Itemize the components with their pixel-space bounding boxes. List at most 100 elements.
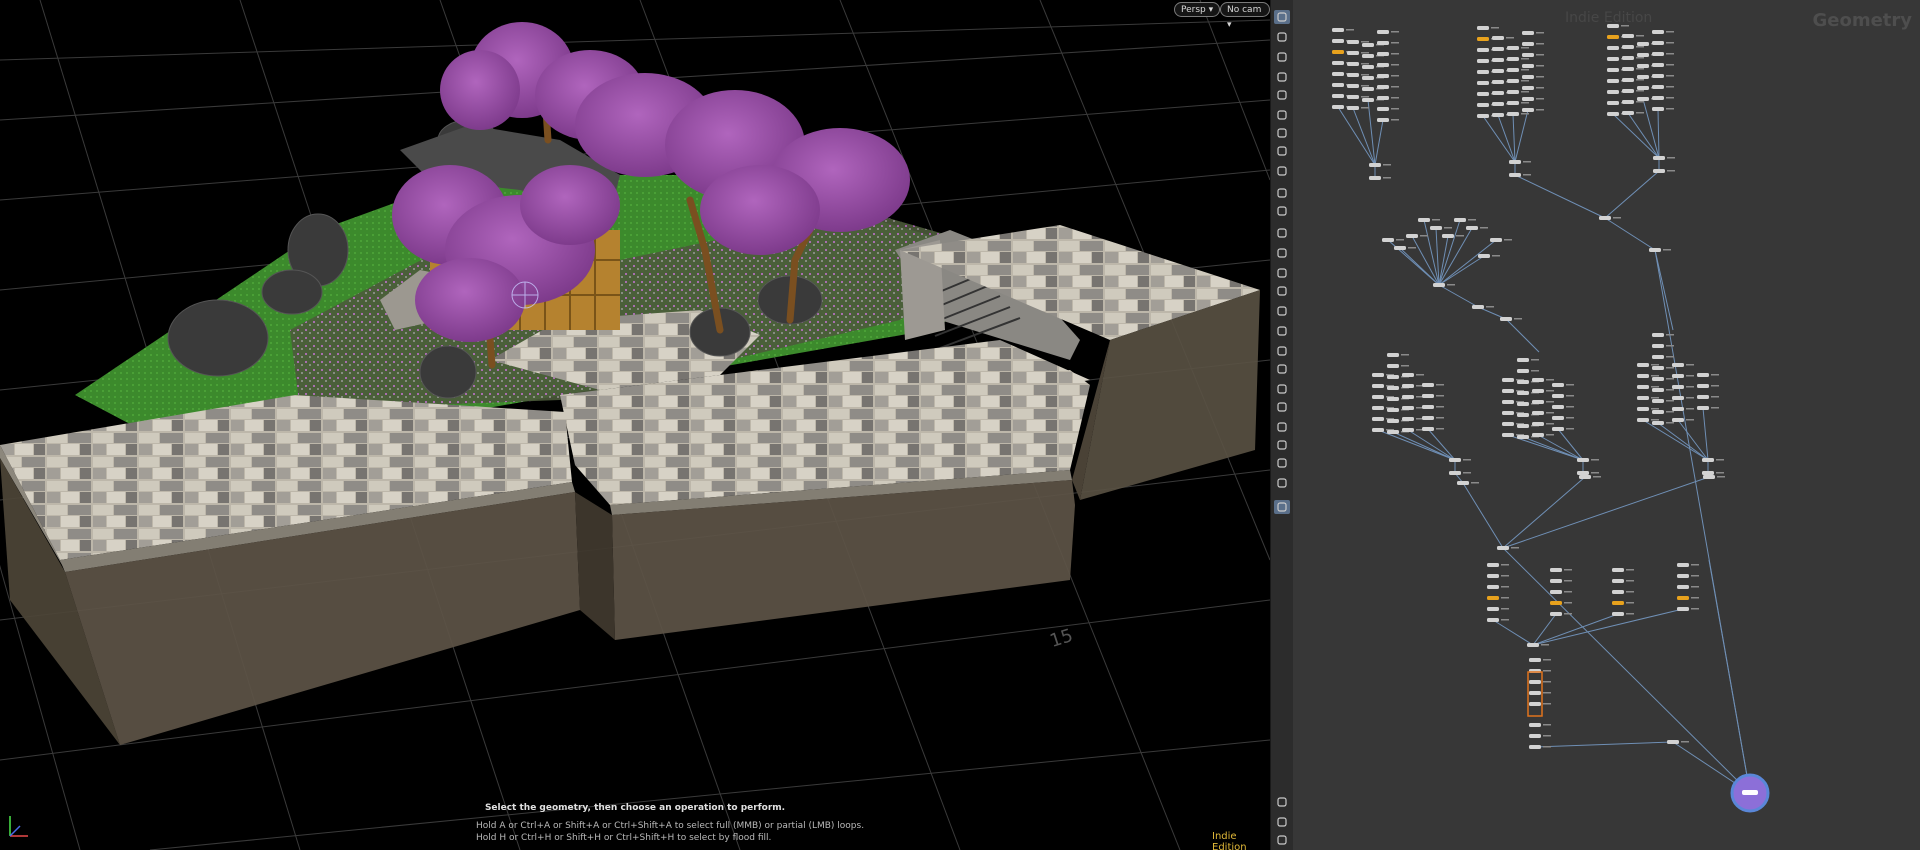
graph-node[interactable] [1652,421,1664,425]
graph-node[interactable] [1369,176,1381,180]
pen-icon[interactable] [1274,266,1290,280]
graph-node[interactable] [1517,391,1529,395]
graph-node[interactable] [1402,428,1414,432]
graph-node[interactable] [1672,363,1684,367]
graph-node[interactable] [1362,65,1374,69]
graph-node[interactable] [1652,41,1664,45]
light-icon[interactable] [1274,126,1290,140]
graph-node[interactable] [1637,418,1649,422]
graph-node[interactable] [1697,395,1709,399]
graph-node[interactable] [1579,475,1591,479]
graph-node[interactable] [1550,601,1562,605]
graph-node[interactable] [1652,30,1664,34]
graph-node[interactable] [1517,358,1529,362]
graph-node[interactable] [1347,40,1359,44]
graph-node[interactable] [1637,75,1649,79]
graph-node[interactable] [1529,745,1541,749]
select-arrow-icon[interactable] [1274,10,1290,24]
graph-node[interactable] [1529,723,1541,727]
graph-node[interactable] [1607,68,1619,72]
graph-node[interactable] [1492,36,1504,40]
graph-node[interactable] [1637,374,1649,378]
graph-node[interactable] [1622,45,1634,49]
graph-node[interactable] [1522,97,1534,101]
graph-node[interactable] [1637,42,1649,46]
graph-node[interactable] [1653,169,1665,173]
headlight-icon[interactable] [1274,144,1290,158]
graph-node[interactable] [1577,471,1589,475]
box-icon[interactable] [1274,304,1290,318]
graph-node[interactable] [1652,85,1664,89]
graph-node[interactable] [1492,91,1504,95]
camera-menu-button[interactable]: No cam ▾ [1220,2,1270,30]
graph-node[interactable] [1347,62,1359,66]
graph-node[interactable] [1332,105,1344,109]
graph-node[interactable] [1529,702,1541,706]
graph-node[interactable] [1677,563,1689,567]
graph-node[interactable] [1607,90,1619,94]
graph-node[interactable] [1550,590,1562,594]
node-graph[interactable] [1293,0,1920,850]
graph-node[interactable] [1377,107,1389,111]
graph-node[interactable] [1332,61,1344,65]
graph-node[interactable] [1387,408,1399,412]
graph-node[interactable] [1522,64,1534,68]
graph-node[interactable] [1637,86,1649,90]
graph-node[interactable] [1487,585,1499,589]
pivot-icon[interactable] [1274,204,1290,218]
graph-node[interactable] [1362,43,1374,47]
graph-node[interactable] [1622,34,1634,38]
graph-node[interactable] [1502,433,1514,437]
graph-node[interactable] [1532,378,1544,382]
graph-node[interactable] [1637,97,1649,101]
graph-node[interactable] [1472,305,1484,309]
graph-node[interactable] [1507,46,1519,50]
graph-node[interactable] [1637,407,1649,411]
graph-node[interactable] [1517,380,1529,384]
graph-node[interactable] [1487,574,1499,578]
graph-node[interactable] [1652,52,1664,56]
graph-node[interactable] [1387,397,1399,401]
graph-node[interactable] [1487,596,1499,600]
graph-node[interactable] [1532,389,1544,393]
graph-node[interactable] [1492,69,1504,73]
graph-node[interactable] [1607,112,1619,116]
graph-node[interactable] [1607,35,1619,39]
graph-node[interactable] [1607,57,1619,61]
graph-node[interactable] [1402,395,1414,399]
graph-node[interactable] [1387,386,1399,390]
graph-node[interactable] [1362,76,1374,80]
handle-icon[interactable] [1274,70,1290,84]
graph-node[interactable] [1422,394,1434,398]
graph-node[interactable] [1522,42,1534,46]
graph-node[interactable] [1492,58,1504,62]
layout-icon[interactable] [1274,815,1290,829]
graph-node[interactable] [1502,400,1514,404]
graph-node[interactable] [1652,107,1664,111]
graph-node[interactable] [1622,78,1634,82]
graph-node[interactable] [1332,28,1344,32]
graph-node[interactable] [1672,407,1684,411]
graph-node[interactable] [1703,475,1715,479]
shelf-icon[interactable] [1274,362,1290,376]
graph-node[interactable] [1477,81,1489,85]
graph-node[interactable] [1347,95,1359,99]
graph-node[interactable] [1487,607,1499,611]
graph-node[interactable] [1487,618,1499,622]
graph-node[interactable] [1497,546,1509,550]
graph-node[interactable] [1477,114,1489,118]
graph-node[interactable] [1500,317,1512,321]
graph-node[interactable] [1332,83,1344,87]
graph-node[interactable] [1477,48,1489,52]
graph-node[interactable] [1507,101,1519,105]
number-icon[interactable] [1274,284,1290,298]
display-options-icon[interactable] [1274,88,1290,102]
graph-node[interactable] [1527,643,1539,647]
graph-node[interactable] [1477,59,1489,63]
graph-node[interactable] [1552,394,1564,398]
graph-node[interactable] [1522,53,1534,57]
graph-node[interactable] [1532,433,1544,437]
graph-node[interactable] [1517,435,1529,439]
graph-node[interactable] [1599,216,1611,220]
graph-node[interactable] [1502,378,1514,382]
